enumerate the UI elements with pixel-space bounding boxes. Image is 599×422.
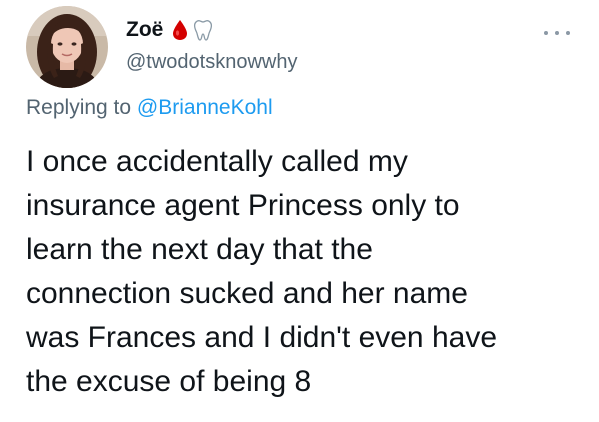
- name-row: Zoë: [126, 17, 297, 43]
- tweet-text-line: connection sucked and her name: [26, 277, 468, 310]
- reply-mention-link[interactable]: @BrianneKohl: [137, 96, 273, 119]
- more-dot: [555, 31, 559, 35]
- tweet-text-line: I once accidentally called my: [26, 145, 408, 178]
- tweet-text: I once accidentally called my insurance …: [26, 140, 586, 404]
- tweet: Zoë @twodotsknowwhy Replying to @Brianne…: [0, 0, 599, 422]
- drop-of-blood-icon: [171, 19, 189, 41]
- more-dot: [566, 31, 570, 35]
- tweet-text-line: learn the next day that the: [26, 233, 373, 266]
- avatar[interactable]: [26, 6, 108, 88]
- more-dot: [544, 31, 548, 35]
- tweet-text-line: was Frances and I didn't even have: [26, 321, 498, 354]
- replying-to: Replying to @BrianneKohl: [26, 96, 273, 120]
- tweet-text-line: insurance agent Princess only to: [26, 189, 460, 222]
- user-handle[interactable]: @twodotsknowwhy: [126, 51, 297, 74]
- tweet-text-line: the excuse of being 8: [26, 365, 312, 398]
- more-horizontal-icon[interactable]: [544, 25, 570, 41]
- replying-prefix: Replying to: [26, 96, 132, 119]
- tooth-icon: [193, 19, 213, 41]
- tweet-header: Zoë @twodotsknowwhy: [126, 17, 297, 74]
- display-name[interactable]: Zoë: [126, 18, 163, 42]
- avatar-photo: [26, 6, 108, 88]
